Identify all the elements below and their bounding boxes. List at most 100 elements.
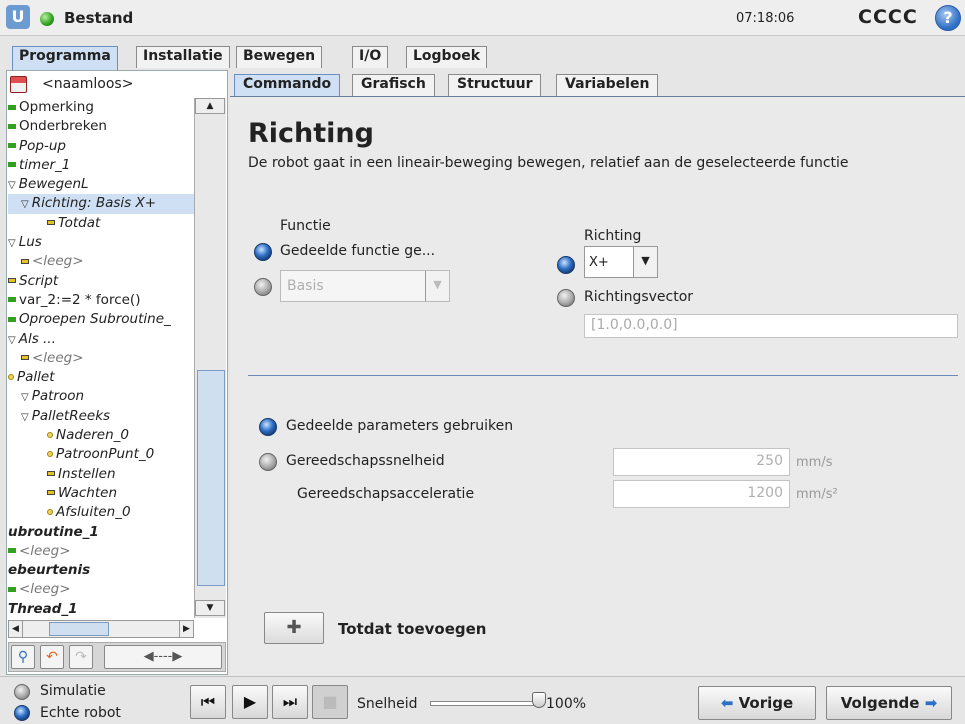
next-label: Volgende [840,694,920,712]
next-button[interactable]: Volgende ➡ [826,686,952,720]
tree-node[interactable]: ▽ BewegenL [8,175,194,194]
footer-bar [0,676,965,724]
search-icon[interactable]: ⚲ [11,645,35,669]
speed-slider-handle[interactable] [532,692,546,708]
tree-node-label: Richting: Basis X+ [31,195,157,212]
tree-node[interactable]: ubroutine_1 [8,523,194,542]
tree-node[interactable]: Wachten [8,484,194,503]
redo-icon[interactable]: ↷ [69,645,93,669]
tree-node[interactable]: Afsluiten_0 [8,503,194,522]
step-forward-icon[interactable]: ⏭ [272,685,308,719]
tree-node[interactable]: ▽ PalletReeks [8,407,194,426]
tree-node[interactable]: Script [8,272,194,291]
scrollbar-thumb[interactable] [197,370,225,586]
tree-vertical-scrollbar[interactable]: ▲ ▼ [194,98,226,618]
tree-node-label: Afsluiten_0 [56,504,131,521]
tab-installatie[interactable]: Installatie [136,46,230,68]
tool-accel-input[interactable]: 1200 [613,480,790,508]
file-menu[interactable]: Bestand [64,9,133,27]
tab-grafisch[interactable]: Grafisch [352,74,435,96]
horizontal-scrollbar-thumb[interactable] [49,622,109,636]
cut-paste-arrow-icon[interactable]: ◀----▶ [104,645,222,669]
tab-io[interactable]: I/O [352,46,389,68]
tree-node[interactable]: Thread_1 [8,600,194,619]
previous-button[interactable]: ⬅ Vorige [698,686,816,720]
tree-node[interactable]: <leeg> [8,349,194,368]
simulation-radio[interactable] [14,684,30,700]
tree-node[interactable]: Instellen [8,465,194,484]
functie-label: Functie [280,218,331,234]
add-until-button[interactable]: ✚ [264,612,324,644]
tree-node[interactable]: Pallet [8,368,194,387]
tree-node[interactable]: var_2:=2 * force() [8,291,194,310]
tree-node[interactable]: Naderen_0 [8,426,194,445]
real-robot-radio[interactable] [14,705,30,721]
scroll-left-icon[interactable]: ◀ [9,621,23,637]
tree-node[interactable]: Onderbreken [8,117,194,136]
simulation-label: Simulatie [40,683,106,699]
real-robot-label: Echte robot [40,705,121,721]
tree-horizontal-scrollbar[interactable]: ◀ ▶ [8,620,194,638]
tree-node[interactable]: PatroonPunt_0 [8,445,194,464]
waypoint-icon [47,451,53,458]
tab-bewegen[interactable]: Bewegen [236,46,323,68]
tab-programma[interactable]: Programma [12,46,118,70]
command-panel [230,96,965,676]
tree-node[interactable]: timer_1 [8,156,194,175]
tree-node[interactable]: Opmerking [8,98,194,117]
program-tree: Opmerking Onderbreken Pop-up timer_1 ▽ Bewege… [8,98,194,620]
expand-triangle-icon: ▽ [8,180,16,192]
tree-node[interactable]: <leeg> [8,542,194,561]
skip-back-icon[interactable]: ⏮ [190,685,226,719]
tool-speed-unit: mm/s [796,455,833,470]
plus-icon: ✚ [286,617,302,638]
tree-node[interactable]: ▽ Patroon [8,387,194,406]
scroll-down-icon[interactable]: ▼ [195,600,225,616]
shared-feature-radio[interactable] [254,243,272,261]
chevron-down-icon: ▼ [633,247,657,277]
tab-commando[interactable]: Commando [234,74,341,96]
arrow-right-icon: ➡ [919,694,938,712]
shared-params-radio[interactable] [259,418,277,436]
tree-node[interactable]: Oproepen Subroutine_ [8,310,194,329]
play-icon[interactable]: ▶ [232,685,268,719]
help-icon[interactable]: ? [935,5,961,31]
node-marker-icon [21,258,29,264]
tool-speed-label: Gereedschapssnelheid [286,453,445,469]
tree-node-label: <leeg> [19,542,71,559]
stop-icon[interactable]: ■ [312,685,348,719]
node-marker-icon [8,278,16,284]
direction-radio[interactable] [557,256,575,274]
tree-node[interactable]: ▽ Richting: Basis X+ [8,194,194,214]
tool-speed-input[interactable]: 250 [613,448,790,476]
tab-structuur[interactable]: Structuur [448,74,542,96]
tab-variabelen[interactable]: Variabelen [556,74,659,96]
scroll-up-icon[interactable]: ▲ [195,98,225,114]
tree-node[interactable]: Pop-up [8,137,194,156]
tree-node[interactable]: ▽ Als ... [8,330,194,349]
save-icon[interactable] [10,76,27,93]
tree-node[interactable]: Totdat [8,214,194,233]
direction-vector-radio[interactable] [557,289,575,307]
tree-node-label: PalletReeks [31,407,111,424]
waypoint-icon [47,432,53,439]
tree-node[interactable]: <leeg> [8,252,194,271]
tree-node-label: Naderen_0 [56,427,129,444]
direction-vector-input[interactable]: [1.0,0.0,0.0] [584,314,958,338]
tree-node[interactable]: <leeg> [8,580,194,599]
undo-icon[interactable]: ↶ [40,645,64,669]
add-until-label: Totdat toevoegen [338,620,487,638]
direction-select[interactable]: X+ ▼ [584,246,658,278]
scroll-right-icon[interactable]: ▶ [179,621,193,637]
tree-node-label: <leeg> [19,581,71,598]
node-marker-icon [8,297,16,303]
feature-radio[interactable] [254,278,272,296]
tab-logboek[interactable]: Logboek [406,46,488,68]
feature-select[interactable]: Basis ▼ [280,270,450,302]
tree-node-label: Patroon [31,388,85,405]
speed-slider[interactable] [430,701,538,706]
tree-node[interactable]: ebeurtenis [8,561,194,580]
tool-speed-radio[interactable] [259,453,277,471]
node-marker-icon [21,355,29,361]
tree-node[interactable]: ▽ Lus [8,233,194,252]
